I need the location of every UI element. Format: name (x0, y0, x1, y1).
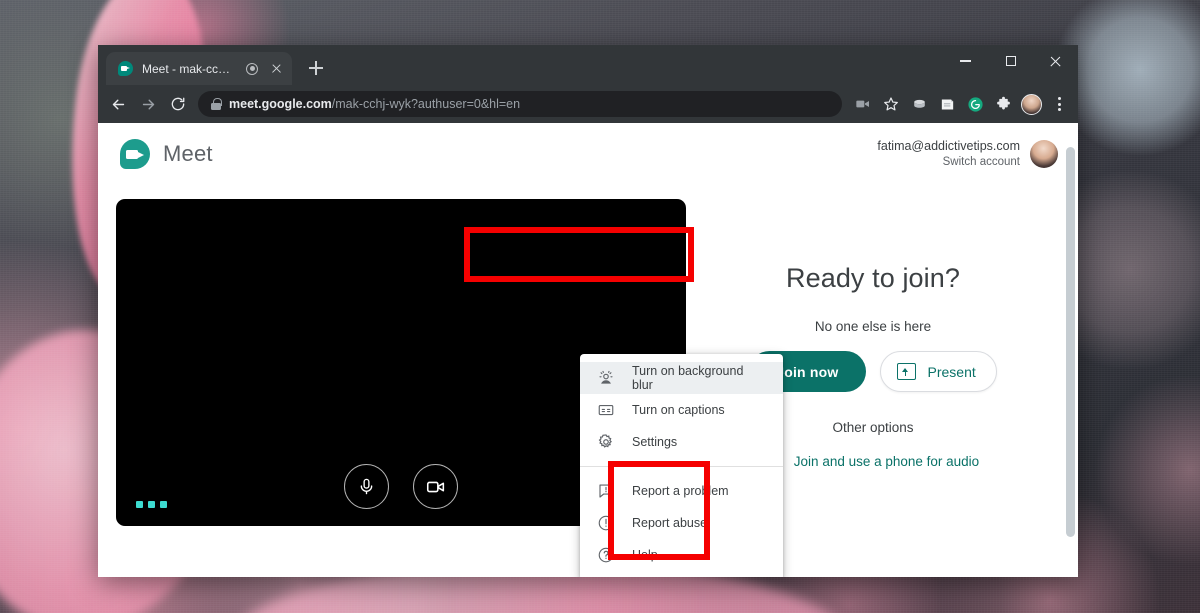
join-subtitle: No one else is here (814, 319, 932, 334)
tab-close-icon[interactable] (268, 61, 284, 77)
camera-toggle-button[interactable] (413, 464, 458, 509)
extension-cookie-icon[interactable] (906, 91, 932, 117)
window-controls (943, 45, 1078, 77)
new-tab-button[interactable] (302, 54, 330, 82)
tab-title: Meet - mak-cchj-wyk (142, 61, 236, 76)
account-text: fatima@addictivetips.com Switch account (877, 139, 1020, 169)
desktop-background: Meet - mak-cchj-wyk (0, 0, 1200, 613)
bookmark-star-icon[interactable] (878, 91, 904, 117)
window-maximize-button[interactable] (988, 45, 1033, 77)
phone-audio-label: Join and use a phone for audio (793, 453, 980, 469)
profile-avatar-icon[interactable] (1018, 91, 1044, 117)
chrome-browser-window: Meet - mak-cchj-wyk (98, 45, 1078, 577)
highlight-menu-item-background-blur (464, 227, 694, 282)
address-bar[interactable]: meet.google.com/mak-cchj-wyk?authuser=0&… (198, 91, 842, 117)
account-block[interactable]: fatima@addictivetips.com Switch account (877, 139, 1058, 169)
url-text: meet.google.com/mak-cchj-wyk?authuser=0&… (229, 97, 520, 111)
meet-wordmark: Meet (163, 141, 213, 166)
join-title: Ready to join? (785, 263, 960, 293)
present-button[interactable]: Present (879, 351, 997, 392)
switch-account-link[interactable]: Switch account (877, 155, 1020, 169)
window-close-button[interactable] (1033, 45, 1078, 77)
forward-arrow-icon[interactable] (134, 90, 162, 118)
puzzle-extensions-icon[interactable] (990, 91, 1016, 117)
gear-icon (596, 433, 615, 451)
meet-favicon-icon (118, 61, 133, 76)
meet-page: Meet fatima@addictivetips.com Switch acc… (98, 123, 1078, 577)
meet-logo-icon (120, 139, 150, 169)
background-blur-icon (596, 369, 615, 387)
account-avatar[interactable] (1030, 140, 1058, 168)
recording-dot-icon[interactable] (245, 62, 259, 76)
menu-item-background-blur[interactable]: Turn on background blur (580, 362, 783, 394)
reload-icon[interactable] (164, 90, 192, 118)
notes-extension-icon[interactable] (934, 91, 960, 117)
url-path: /mak-cchj-wyk?authuser=0&hl=en (331, 97, 521, 111)
window-minimize-button[interactable] (943, 45, 988, 77)
menu-item-label: Turn on background blur (632, 364, 744, 392)
tab-strip: Meet - mak-cchj-wyk (98, 45, 1078, 85)
menu-item-label: Turn on captions (632, 403, 725, 417)
menu-item-label: Settings (632, 435, 678, 449)
account-email: fatima@addictivetips.com (877, 139, 1020, 153)
chrome-menu-icon[interactable] (1046, 91, 1072, 117)
grammarly-extension-icon[interactable] (962, 91, 988, 117)
avatar (1020, 93, 1042, 115)
back-arrow-icon[interactable] (104, 90, 132, 118)
url-domain: meet.google.com (229, 97, 332, 111)
video-camera-icon[interactable] (850, 91, 876, 117)
menu-item-captions[interactable]: Turn on captions (580, 394, 783, 426)
toolbar-icons (850, 91, 1072, 117)
page-scrollbar[interactable] (1063, 123, 1078, 577)
present-label: Present (927, 363, 976, 380)
browser-toolbar: meet.google.com/mak-cchj-wyk?authuser=0&… (98, 85, 1078, 123)
scrollbar-thumb[interactable] (1066, 147, 1075, 537)
menu-item-settings[interactable]: Settings (580, 426, 783, 458)
highlight-effects-button (608, 461, 710, 560)
meet-logo[interactable]: Meet (120, 139, 213, 169)
present-screen-icon (896, 363, 916, 380)
microphone-toggle-button[interactable] (344, 464, 389, 509)
meet-header: Meet fatima@addictivetips.com Switch acc… (98, 123, 1078, 169)
tab-meet[interactable]: Meet - mak-cchj-wyk (106, 52, 292, 85)
lock-icon (211, 98, 222, 110)
closed-captions-icon (596, 401, 615, 419)
